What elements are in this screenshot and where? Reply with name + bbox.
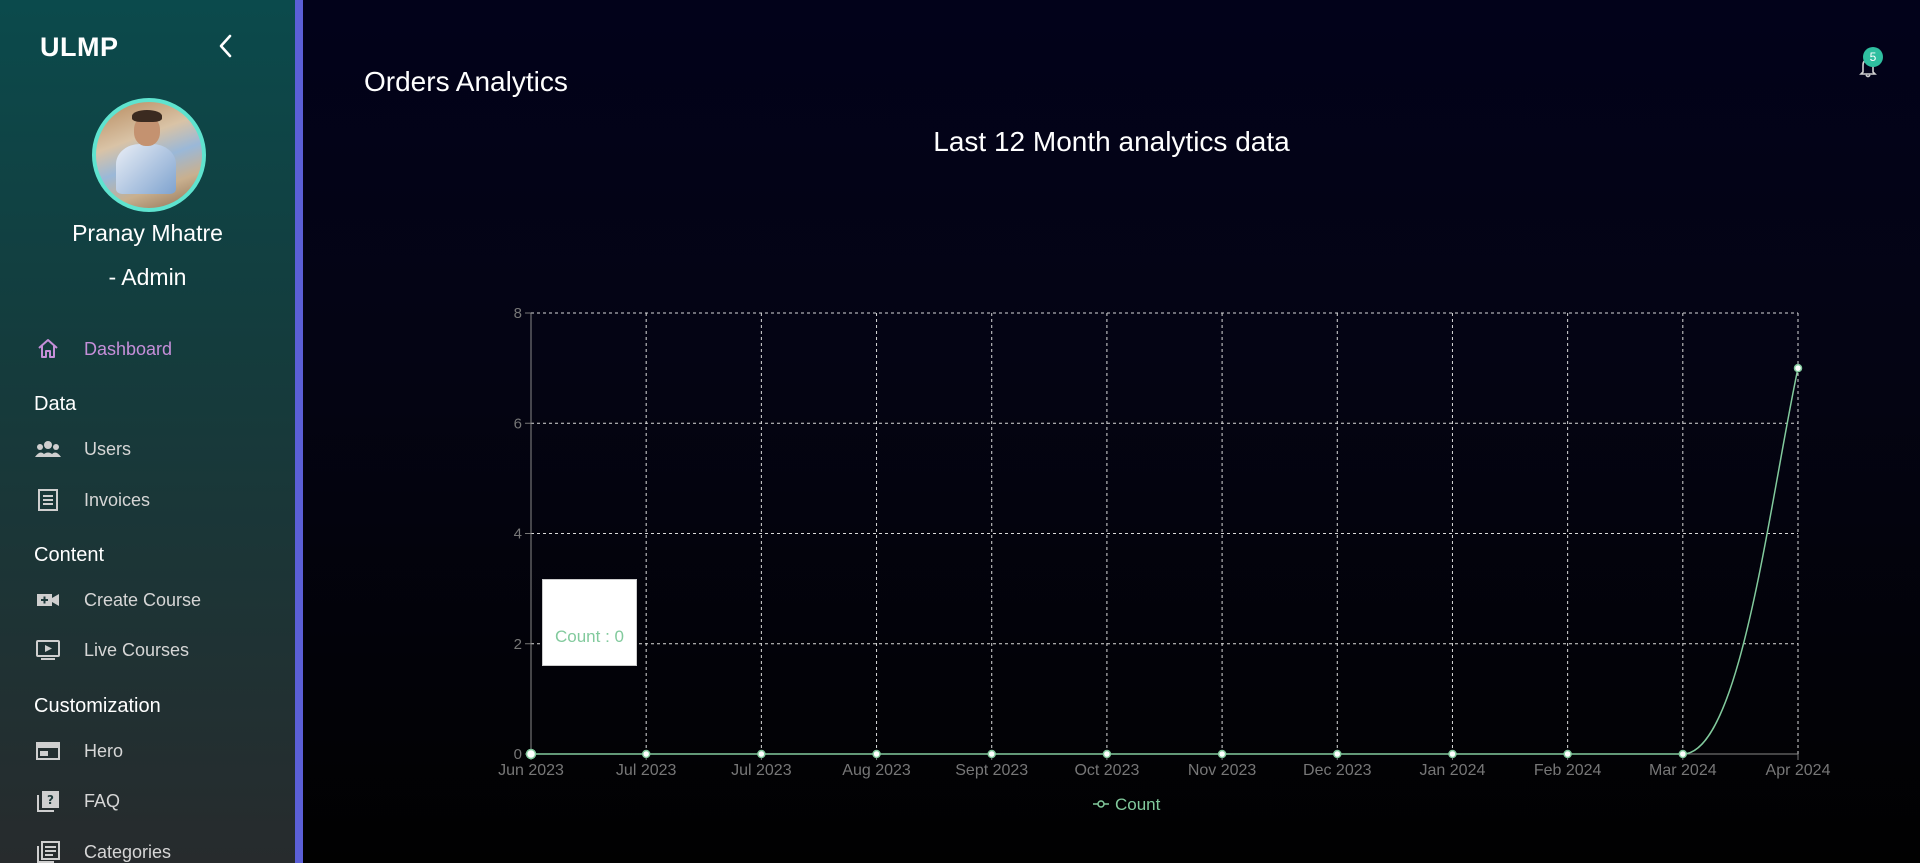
sidebar: ULMP Pranay Mhatre - Admin Dashboard Dat… (0, 0, 295, 863)
legend-label: Count (1115, 795, 1161, 814)
ondemand-video-icon (34, 636, 62, 664)
data-point (1793, 363, 1803, 373)
data-point (1448, 749, 1457, 759)
x-tick-label: Dec 2023 (1303, 762, 1372, 779)
sidebar-item-create-course[interactable]: Create Course (34, 583, 201, 617)
sidebar-item-label: Categories (84, 841, 172, 862)
sidebar-item-categories[interactable]: Categories (34, 835, 171, 863)
users-icon (34, 435, 62, 463)
data-point (1217, 749, 1227, 759)
sidebar-item-label: Dashboard (84, 338, 173, 359)
data-point (1102, 749, 1112, 759)
sidebar-item-label: Create Course (84, 589, 202, 610)
sidebar-item-dashboard[interactable]: Dashboard (34, 332, 172, 366)
web-icon (34, 737, 62, 765)
sidebar-item-invoices[interactable]: Invoices (34, 483, 150, 517)
data-point (641, 749, 651, 759)
video-add-icon (34, 586, 62, 614)
sidebar-scrollbar[interactable] (295, 0, 303, 863)
y-tick-label: 8 (514, 305, 522, 322)
y-tick-label: 2 (514, 636, 522, 653)
sidebar-item-label: Hero (84, 740, 124, 761)
data-point (987, 749, 996, 759)
section-title-data: Data (34, 393, 77, 415)
collapse-sidebar-button[interactable] (214, 30, 238, 62)
x-tick-label: Jan 2024 (1420, 762, 1486, 779)
sidebar-item-label: Users (84, 438, 132, 459)
chevron-left-icon (219, 34, 232, 58)
legend-marker (1097, 800, 1105, 808)
avatar (92, 98, 206, 212)
svg-text:?: ? (47, 793, 54, 807)
x-tick-label: Aug 2023 (842, 762, 911, 779)
y-tick-label: 4 (514, 526, 522, 543)
x-tick-label: Mar 2024 (1649, 762, 1717, 779)
data-point (1333, 749, 1342, 759)
sidebar-item-live-courses[interactable]: Live Courses (34, 633, 189, 667)
user-name: Pranay Mhatre (72, 220, 223, 246)
section-title-customization: Customization (34, 695, 161, 717)
x-tick-label: Feb 2024 (1534, 762, 1602, 779)
sidebar-item-users[interactable]: Users (34, 432, 131, 466)
x-tick-label: Oct 2023 (1074, 762, 1139, 779)
sidebar-item-label: FAQ (84, 790, 121, 811)
data-point (1563, 749, 1572, 759)
sidebar-item-label: Live Courses (84, 639, 190, 660)
x-tick-label: Sept 2023 (955, 762, 1028, 779)
section-title-content: Content (34, 544, 105, 566)
quiz-icon: ? (34, 787, 62, 815)
y-tick-label: 6 (514, 415, 522, 432)
series-line-count (531, 367, 1799, 755)
data-point (1678, 749, 1688, 759)
x-tick-label: Jun 2023 (498, 762, 564, 779)
x-tick-label: Nov 2023 (1188, 762, 1257, 779)
tooltip-text: Count : 0 (555, 626, 624, 646)
wysiwyg-icon (34, 838, 62, 863)
data-point (872, 749, 881, 759)
user-role: - Admin (108, 264, 187, 290)
sidebar-item-label: Invoices (84, 489, 151, 510)
x-tick-label: Jul 2023 (731, 762, 792, 779)
sidebar-item-hero[interactable]: Hero (34, 734, 123, 768)
home-icon (34, 335, 62, 363)
brand-logo[interactable]: ULMP (40, 32, 119, 63)
data-point (757, 749, 766, 759)
receipt-icon (34, 486, 62, 514)
x-tick-label: Jul 2023 (616, 762, 677, 779)
chart-tooltip: Count : 0 (542, 579, 637, 666)
x-tick-label: Apr 2024 (1766, 762, 1831, 779)
sidebar-item-faq[interactable]: ? FAQ (34, 784, 120, 818)
y-tick-label: 0 (514, 746, 522, 763)
data-point (525, 748, 537, 760)
orders-line-chart: 0 2 4 6 8 Jun 2023 Jul 2023 Jul 2023 Aug 2023 Sep… (498, 305, 1831, 814)
main-content: Orders Analytics 5 Last 12 Month analyti… (303, 0, 1920, 863)
